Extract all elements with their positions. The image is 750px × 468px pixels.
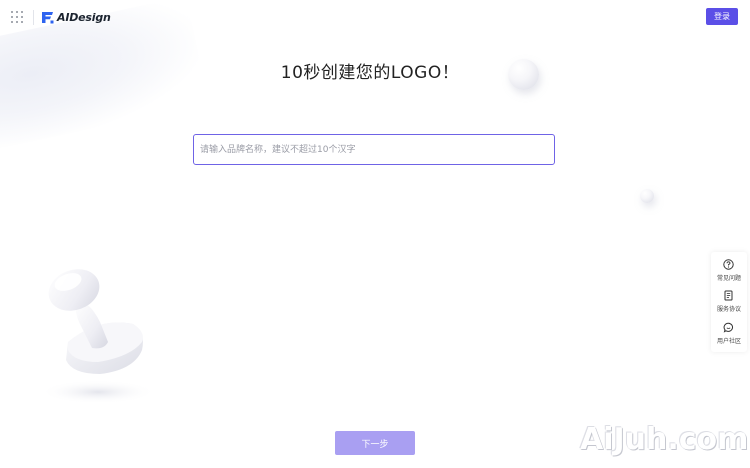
side-item-label: 用户社区 [716, 337, 741, 345]
app-logo[interactable]: AIDesign [41, 8, 111, 26]
next-step-button[interactable]: 下一步 [335, 431, 415, 455]
aidesign-logo-icon [42, 11, 54, 23]
decorative-sphere-small [640, 189, 654, 203]
watermark: AiJuh.com [580, 422, 749, 457]
question-circle-icon [723, 259, 735, 270]
side-item-service-agreement[interactable]: 服务协议 [717, 290, 741, 313]
side-item-label: 常见问题 [716, 275, 741, 283]
top-bar: AIDesign 登录 [0, 0, 750, 34]
stamp-illustration [40, 269, 156, 404]
header-divider [33, 10, 34, 25]
decorative-sphere-large [508, 59, 539, 90]
brand-name-field [193, 134, 555, 165]
brand-name-input[interactable] [194, 135, 554, 164]
chat-bubble-icon [724, 322, 734, 333]
side-item-label: 服务协议 [716, 306, 741, 314]
help-side-panel: 常见问题 服务协议 用户社区 [711, 252, 747, 352]
page-headline: 10秒创建您的LOGO！ [280, 63, 460, 83]
app-name: AIDesign [57, 10, 111, 24]
side-item-user-community[interactable]: 用户社区 [717, 322, 741, 345]
login-button[interactable]: 登录 [706, 8, 738, 25]
apps-grid-icon[interactable] [11, 11, 23, 23]
document-icon [724, 290, 733, 301]
side-item-faq[interactable]: 常见问题 [717, 259, 741, 282]
